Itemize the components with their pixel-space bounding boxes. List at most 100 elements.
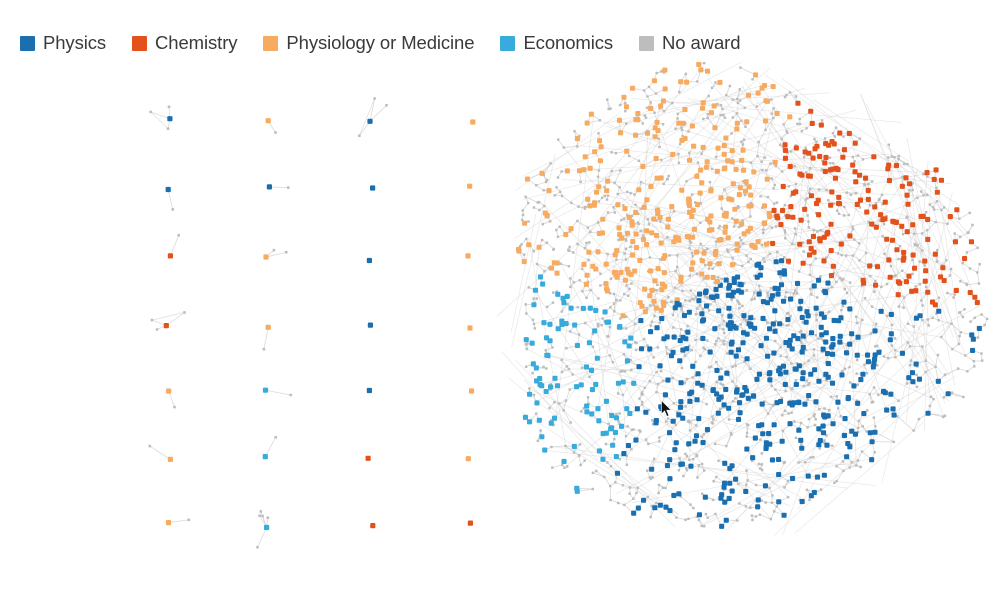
graph-node-no-award <box>649 101 652 104</box>
graph-node-no-award <box>973 365 976 368</box>
graph-node-no-award <box>833 135 837 138</box>
graph-node-no-award <box>597 169 601 172</box>
graph-node-chemistry <box>953 287 959 293</box>
graph-node-chemistry <box>895 292 901 298</box>
graph-node-chemistry <box>924 170 930 176</box>
graph-node-no-award <box>980 313 983 316</box>
graph-node-no-award <box>927 324 930 327</box>
graph-node-physics <box>678 404 684 410</box>
graph-node-no-award <box>764 128 767 132</box>
graph-node-no-award <box>931 205 935 209</box>
graph-node-no-award <box>782 123 785 126</box>
graph-node-chemistry <box>923 268 929 274</box>
graph-node-physics <box>847 341 853 347</box>
graph-node-no-award <box>972 359 976 363</box>
graph-node-no-award <box>694 295 698 299</box>
graph-node-no-award <box>683 354 687 357</box>
graph-node-no-award <box>744 125 747 128</box>
graph-node-economics <box>527 391 533 397</box>
graph-node-physics <box>621 451 627 457</box>
graph-node-physics <box>366 257 372 264</box>
graph-node-physics <box>913 315 919 321</box>
graph-node-economics <box>609 413 615 419</box>
graph-node-physiology-or-medicine <box>762 203 768 209</box>
graph-node-no-award <box>676 254 679 257</box>
graph-node-no-award <box>754 515 758 518</box>
graph-node-economics <box>589 411 595 417</box>
graph-node-no-award <box>688 247 691 250</box>
graph-node-physics <box>737 400 743 406</box>
graph-node-no-award <box>358 134 361 137</box>
graph-node-physics <box>658 404 664 410</box>
graph-node-physiology-or-medicine <box>585 196 591 202</box>
graph-node-physiology-or-medicine <box>746 92 752 98</box>
graph-node-no-award <box>961 261 964 265</box>
graph-node-no-award <box>674 127 677 130</box>
graph-node-no-award <box>823 137 827 140</box>
graph-node-no-award <box>673 286 677 289</box>
graph-node-no-award <box>701 307 705 311</box>
graph-node-physics <box>760 431 766 437</box>
graph-node-no-award <box>578 279 581 282</box>
graph-node-no-award <box>835 209 839 212</box>
graph-node-no-award <box>537 200 541 204</box>
graph-node-economics <box>603 398 609 404</box>
graph-node-physics <box>681 313 687 319</box>
graph-node-no-award <box>569 285 572 289</box>
graph-node-chemistry <box>904 192 910 198</box>
graph-node-physics <box>678 461 684 467</box>
network-graph-svg[interactable] <box>0 62 1000 599</box>
graph-node-physiology-or-medicine <box>729 262 735 268</box>
legend-item-economics[interactable]: Economics <box>500 33 613 53</box>
graph-node-chemistry <box>827 167 833 173</box>
graph-node-no-award <box>666 417 670 420</box>
graph-node-no-award <box>687 130 690 133</box>
graph-node-no-award <box>672 402 676 405</box>
graph-node-no-award <box>866 409 869 412</box>
network-graph[interactable] <box>0 62 1000 599</box>
graph-node-no-award <box>614 298 618 302</box>
legend-item-no_award[interactable]: No award <box>639 33 741 53</box>
graph-node-no-award <box>527 286 530 289</box>
graph-node-no-award <box>173 405 176 409</box>
graph-node-physiology-or-medicine <box>649 287 655 293</box>
graph-node-no-award <box>897 157 900 161</box>
graph-node-no-award <box>632 428 635 431</box>
graph-node-economics <box>574 488 580 494</box>
graph-node-physics <box>266 184 272 190</box>
graph-node-no-award <box>706 112 709 116</box>
graph-node-no-award <box>766 195 770 199</box>
graph-node-physics <box>881 388 887 394</box>
graph-node-economics <box>536 417 542 423</box>
graph-node-physiology-or-medicine <box>671 239 677 245</box>
graph-node-no-award <box>694 313 698 316</box>
graph-node-no-award <box>912 429 915 432</box>
legend-item-chemistry[interactable]: Chemistry <box>132 33 238 53</box>
graph-node-no-award <box>721 314 724 317</box>
graph-node-no-award <box>980 352 983 355</box>
graph-node-chemistry <box>903 175 909 181</box>
graph-node-physics <box>808 371 814 377</box>
graph-node-physiology-or-medicine <box>742 188 748 194</box>
legend-item-medicine[interactable]: Physiology or Medicine <box>263 33 475 53</box>
graph-node-physiology-or-medicine <box>465 253 471 259</box>
graph-node-no-award <box>873 290 876 293</box>
graph-node-physics <box>707 349 713 355</box>
graph-node-no-award <box>702 117 705 121</box>
legend-item-physics[interactable]: Physics <box>20 33 106 53</box>
graph-node-no-award <box>978 262 981 266</box>
graph-node-physics <box>759 401 765 407</box>
graph-node-no-award <box>894 356 897 359</box>
graph-node-no-award <box>703 469 706 472</box>
graph-node-chemistry <box>163 323 169 329</box>
graph-node-physiology-or-medicine <box>625 230 631 236</box>
graph-node-physics <box>772 308 778 314</box>
graph-node-no-award <box>985 317 989 321</box>
graph-node-no-award <box>908 345 912 348</box>
graph-node-no-award <box>783 95 787 99</box>
graph-node-economics <box>589 387 595 393</box>
graph-node-no-award <box>814 334 818 337</box>
graph-node-physics <box>776 499 782 505</box>
graph-node-physiology-or-medicine <box>590 263 596 269</box>
graph-node-physics <box>695 371 701 377</box>
